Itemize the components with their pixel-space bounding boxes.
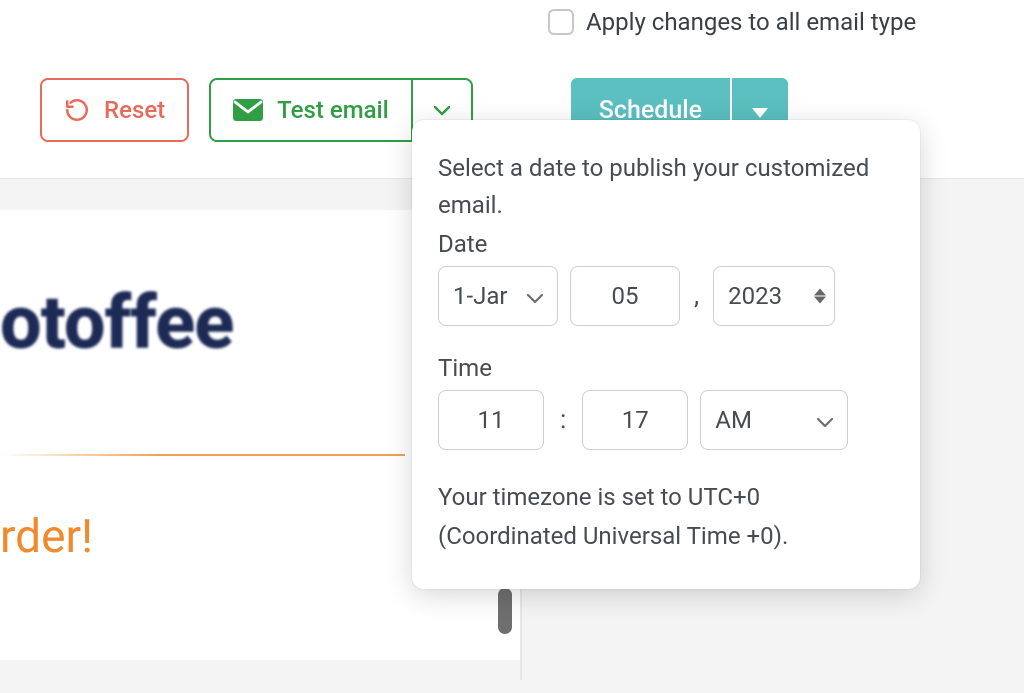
test-email-button-label: Test email [277,96,389,124]
date-row: 1-Jar 05 , 2023 [438,266,894,326]
timezone-note: Your timezone is set to UTC+0 (Coordinat… [438,478,894,555]
apply-all-row: Apply changes to all email type [548,8,916,36]
reset-button[interactable]: Reset [40,78,189,142]
mail-icon [233,99,263,121]
schedule-popover: Select a date to publish your customized… [412,120,920,589]
year-input[interactable]: 2023 [713,266,835,326]
apply-all-label: Apply changes to all email type [586,8,916,36]
year-value: 2023 [728,282,782,310]
spinner-up-icon [814,289,826,296]
chevron-down-icon [527,282,543,310]
hour-input[interactable]: 11 [438,390,544,450]
month-select[interactable]: 1-Jar [438,266,558,326]
reset-icon [64,97,90,123]
minute-value: 17 [622,406,649,434]
comma-separator: , [692,281,701,311]
date-section-label: Date [438,230,894,258]
month-value: 1-Jar [453,282,508,310]
day-input[interactable]: 05 [570,266,680,326]
preview-scroll-thumb[interactable] [498,588,512,634]
apply-all-checkbox[interactable] [548,9,574,35]
time-section-label: Time [438,354,894,382]
colon-separator: : [556,405,570,435]
ampm-select[interactable]: AM [700,390,848,450]
year-spinner[interactable] [814,289,826,304]
divider-line [0,454,405,456]
brand-logo-text: otoffee [0,280,233,367]
reset-button-label: Reset [104,96,165,124]
popover-prompt: Select a date to publish your customized… [438,150,894,224]
day-value: 05 [612,282,639,310]
chevron-down-icon [817,406,833,434]
chevron-down-icon [434,101,450,120]
hour-value: 11 [478,406,505,434]
minute-input[interactable]: 17 [582,390,688,450]
ampm-value: AM [715,406,752,434]
headline-text: rder! [0,510,93,564]
spinner-down-icon [814,297,826,304]
time-row: 11 : 17 AM [438,390,894,450]
test-email-button[interactable]: Test email [209,78,413,142]
